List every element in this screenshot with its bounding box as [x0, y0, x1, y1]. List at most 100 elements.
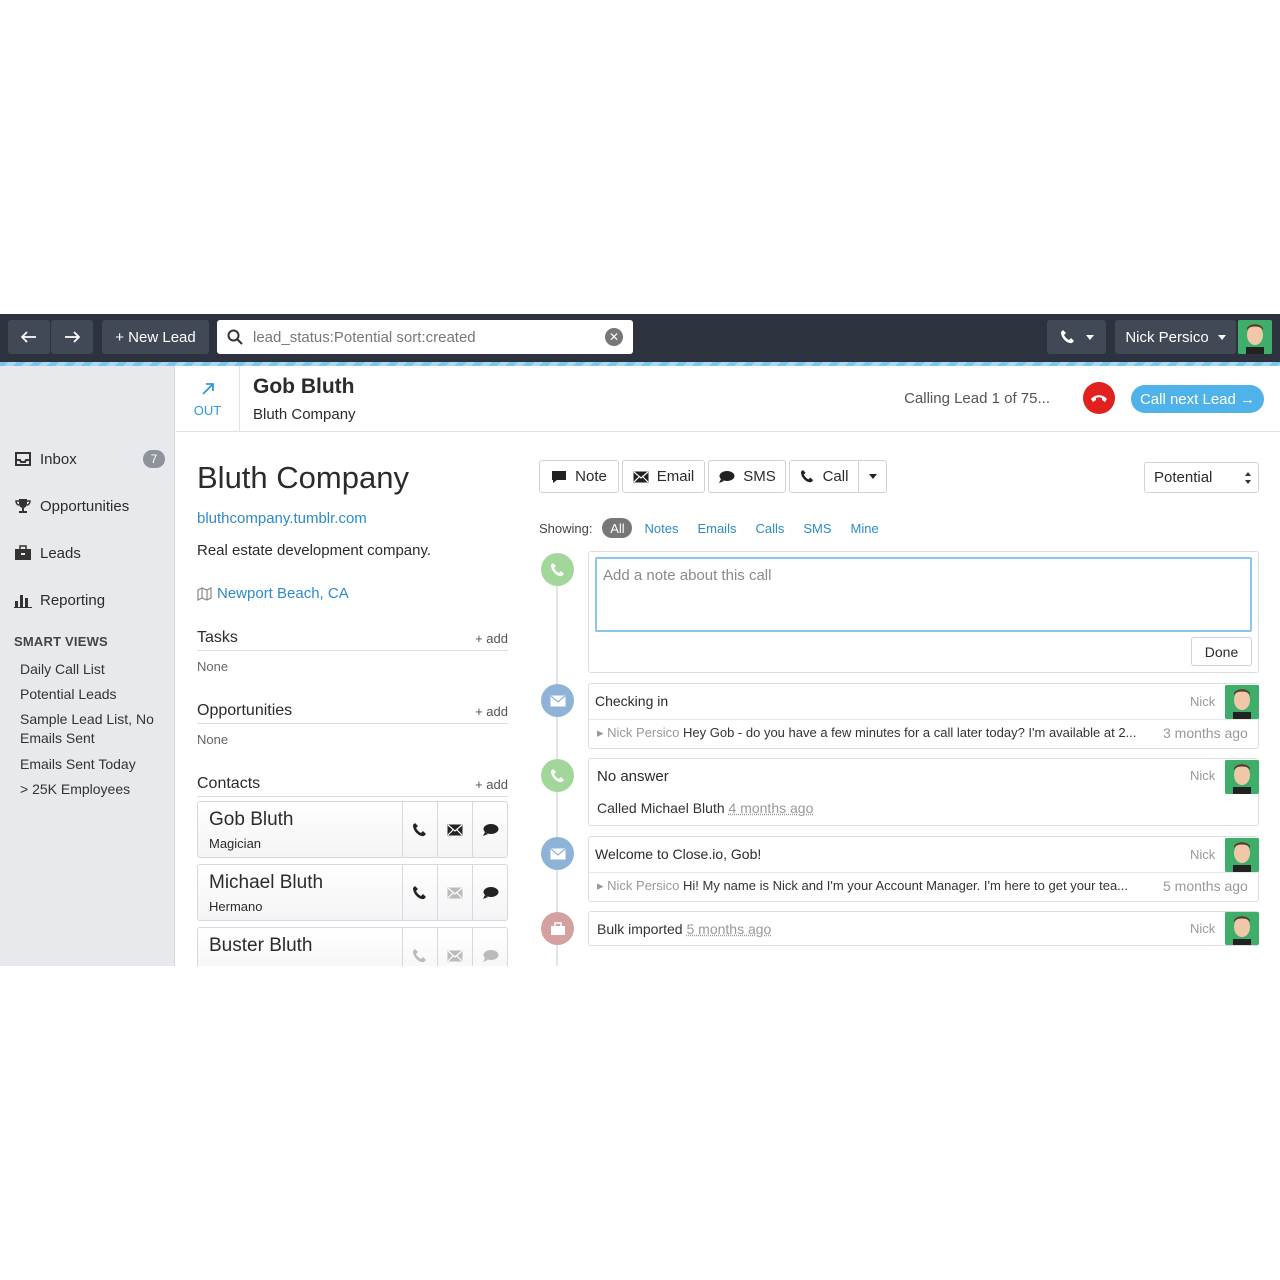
clear-search-icon[interactable]: ✕	[605, 328, 623, 346]
activity-avatar	[1225, 912, 1259, 945]
note-button[interactable]: Note	[539, 460, 619, 493]
company-location-link[interactable]: Newport Beach, CA	[217, 585, 349, 602]
filter-calls[interactable]: Calls	[755, 521, 784, 536]
outgoing-arrow-icon	[201, 382, 214, 395]
search-bar[interactable]: lead_status:Potential sort:created ✕	[217, 320, 633, 354]
avatar-face-icon	[1225, 760, 1259, 794]
tasks-title: Tasks	[197, 629, 238, 646]
sidebar-item-leads[interactable]: Leads	[14, 541, 81, 565]
import-timeline-icon	[541, 912, 574, 945]
phone-menu-button[interactable]	[1047, 320, 1106, 354]
activity-sender: Nick Persico	[607, 725, 680, 740]
envelope-icon	[633, 471, 649, 482]
sidebar-item-opportunities[interactable]: Opportunities	[14, 494, 129, 518]
company-location[interactable]: Newport Beach, CA	[197, 585, 349, 602]
call-direction-label: OUT	[193, 402, 222, 418]
trophy-icon	[15, 499, 31, 513]
briefcase-icon	[550, 921, 565, 935]
filter-notes[interactable]: Notes	[644, 521, 678, 536]
email-contact-button[interactable]	[437, 802, 472, 857]
contact-card[interactable]: Buster Bluth	[197, 927, 508, 966]
phone-icon	[413, 885, 426, 899]
filter-mine[interactable]: Mine	[851, 521, 879, 536]
filter-emails[interactable]: Emails	[697, 521, 736, 536]
sms-contact-button[interactable]	[472, 928, 507, 966]
new-lead-button[interactable]: + New Lead	[102, 320, 209, 354]
add-opportunity-button[interactable]: + add	[475, 704, 508, 719]
activity-card-email[interactable]: Checking in Nick ▸ Nick Persico Hey Gob …	[588, 683, 1259, 749]
sms-contact-button[interactable]	[472, 865, 507, 920]
hangup-button[interactable]	[1083, 382, 1115, 414]
call-button[interactable]: Call	[789, 460, 859, 493]
activity-detail: Called Michael Bluth 4 months ago	[597, 800, 813, 816]
activity-card-call[interactable]: No answer Nick Called Michael Bluth 4 mo…	[588, 758, 1259, 826]
activity-avatar	[1225, 838, 1259, 872]
lead-status-select[interactable]: Potential	[1144, 462, 1259, 493]
call-note-input[interactable]: Add a note about this call	[595, 557, 1252, 632]
smart-view-item[interactable]: Sample Lead List, No Emails Sent	[20, 710, 170, 748]
sidebar-item-reporting[interactable]: Reporting	[14, 588, 105, 612]
bar-chart-icon	[14, 595, 32, 608]
top-bar: + New Lead lead_status:Potential sort:cr…	[0, 314, 1280, 362]
call-contact-button[interactable]	[402, 928, 437, 966]
call-options-dropdown[interactable]	[858, 460, 887, 493]
smart-view-item[interactable]: Daily Call List	[20, 660, 170, 679]
add-task-button[interactable]: + add	[475, 631, 508, 646]
contact-name: Gob Bluth	[209, 809, 294, 830]
envelope-icon	[447, 950, 463, 961]
call-timeline-icon	[541, 759, 574, 792]
contact-card[interactable]: Gob Bluth Magician	[197, 801, 508, 858]
email-timeline-icon	[541, 684, 574, 717]
avatar-face-icon	[1225, 838, 1259, 872]
smart-view-item[interactable]: > 25K Employees	[20, 780, 170, 799]
activity-card-email[interactable]: Welcome to Close.io, Gob! Nick ▸ Nick Pe…	[588, 836, 1259, 902]
smart-view-item[interactable]: Potential Leads	[20, 685, 170, 704]
activity-title: No answer	[597, 768, 669, 785]
sms-button[interactable]: SMS	[708, 460, 786, 493]
search-input[interactable]: lead_status:Potential sort:created	[253, 329, 605, 346]
search-icon	[227, 329, 243, 345]
call-contact-button[interactable]	[402, 865, 437, 920]
chat-bubble-icon	[482, 949, 498, 962]
company-url-link[interactable]: bluthcompany.tumblr.com	[197, 510, 367, 527]
activity-time: 3 months ago	[1163, 725, 1248, 741]
activity-card-import[interactable]: Bulk imported 5 months ago Nick	[588, 911, 1259, 946]
activity-preview: ▸ Nick Persico Hi! My name is Nick and I…	[597, 878, 1153, 894]
chat-bubble-icon	[482, 886, 498, 899]
activity-title: Checking in	[595, 693, 669, 709]
sidebar-item-label: Reporting	[40, 591, 106, 609]
envelope-icon	[447, 824, 463, 835]
filter-sms[interactable]: SMS	[803, 521, 831, 536]
filter-all[interactable]: All	[602, 518, 633, 538]
email-contact-button[interactable]	[437, 928, 472, 966]
activity-title: Welcome to Close.io, Gob!	[595, 846, 762, 862]
chat-bubble-icon	[482, 823, 498, 836]
smart-view-item[interactable]: Emails Sent Today	[20, 755, 170, 774]
hangup-phone-icon	[1091, 395, 1107, 402]
email-contact-button[interactable]	[437, 865, 472, 920]
activity-preview: ▸ Nick Persico Hey Gob - do you have a f…	[597, 725, 1153, 741]
activity-time: 5 months ago	[686, 921, 772, 937]
sidebar-item-inbox[interactable]: Inbox	[14, 447, 77, 471]
user-menu-button[interactable]: Nick Persico	[1115, 320, 1236, 354]
chevron-down-icon	[868, 474, 877, 479]
contact-card[interactable]: Michael Bluth Hermano	[197, 864, 508, 921]
chat-bubble-icon	[719, 470, 735, 483]
back-button[interactable]	[8, 320, 50, 354]
envelope-icon	[550, 848, 565, 859]
add-contact-button[interactable]: + add	[475, 777, 508, 792]
sms-contact-button[interactable]	[472, 802, 507, 857]
lead-company-name: Bluth Company	[253, 406, 356, 423]
call-next-lead-button[interactable]: Call next Lead →	[1131, 385, 1264, 413]
done-button[interactable]: Done	[1191, 637, 1252, 666]
email-button[interactable]: Email	[622, 460, 705, 493]
email-timeline-icon	[541, 837, 574, 870]
user-avatar[interactable]	[1238, 320, 1272, 354]
phone-icon	[1060, 330, 1074, 344]
forward-button[interactable]	[51, 320, 93, 354]
call-timeline-icon	[541, 553, 574, 586]
note-icon	[552, 470, 567, 483]
avatar-face-icon	[1225, 912, 1259, 945]
call-contact-button[interactable]	[402, 802, 437, 857]
phone-icon	[800, 469, 813, 483]
